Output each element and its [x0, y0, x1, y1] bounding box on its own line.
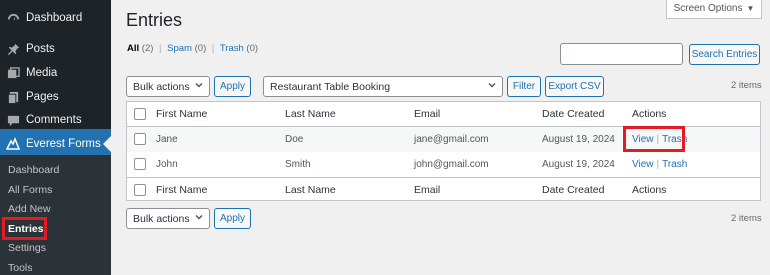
row-actions: View | Trash — [632, 152, 687, 177]
sidebar-item-label: Comments — [26, 114, 82, 126]
column-header[interactable]: First Name — [156, 178, 207, 201]
cell-last-name: Doe — [285, 134, 304, 145]
status-filters: All (2) | Spam (0) | Trash (0) — [127, 43, 258, 54]
page-title: Entries — [126, 10, 183, 30]
filter-spam-count: (0) — [194, 43, 207, 54]
admin-sidebar: Dashboard Posts Media Pages Comments Eve… — [0, 0, 111, 275]
bulk-actions-value: Bulk actions — [133, 212, 190, 225]
sidebar-item-posts[interactable]: Posts — [0, 37, 111, 61]
pages-icon — [6, 90, 20, 104]
cell-first-name: John — [156, 159, 178, 170]
row-checkbox[interactable] — [134, 158, 146, 170]
view-link[interactable]: View — [632, 159, 654, 170]
filter-all-count: (2) — [141, 43, 154, 54]
everest-forms-submenu: Dashboard All Forms Add New Entries Sett… — [0, 155, 111, 275]
actions-highlight-box — [623, 126, 685, 152]
table-row: John Smith john@gmail.com August 19, 202… — [127, 152, 760, 177]
screen-options-button[interactable]: Screen Options ▼ — [666, 0, 762, 19]
sidebar-item-pages[interactable]: Pages — [0, 85, 111, 109]
cell-email: john@gmail.com — [414, 159, 489, 170]
column-header[interactable]: Email — [414, 102, 440, 126]
media-icon — [6, 66, 20, 80]
search-entries-button[interactable]: Search Entries — [689, 44, 760, 65]
column-header[interactable]: Last Name — [285, 178, 336, 201]
submenu-item-dashboard[interactable]: Dashboard — [8, 164, 59, 176]
bulk-actions-select[interactable]: Bulk actions — [126, 76, 210, 97]
cell-email: jane@gmail.com — [414, 134, 489, 145]
bulk-actions-value: Bulk actions — [133, 80, 190, 93]
sidebar-item-dashboard[interactable]: Dashboard — [0, 6, 111, 30]
chevron-down-icon — [487, 80, 497, 93]
select-all-checkbox[interactable] — [134, 108, 146, 120]
filter-separator: | — [159, 43, 162, 54]
pin-icon — [6, 42, 20, 56]
filter-button[interactable]: Filter — [507, 76, 541, 97]
sidebar-item-label: Pages — [26, 91, 59, 103]
form-select-value: Restaurant Table Booking — [270, 80, 391, 93]
cell-first-name: Jane — [156, 134, 178, 145]
bulk-actions-select-bottom[interactable]: Bulk actions — [126, 208, 210, 229]
action-separator: | — [656, 159, 660, 170]
column-header[interactable]: Date Created — [542, 178, 604, 201]
column-header[interactable]: Date Created — [542, 102, 604, 126]
table-row: Jane Doe jane@gmail.com August 19, 2024 … — [127, 126, 760, 152]
filter-trash[interactable]: Trash — [220, 43, 244, 54]
sidebar-item-media[interactable]: Media — [0, 61, 111, 85]
form-select[interactable]: Restaurant Table Booking — [263, 76, 503, 97]
entries-highlight-box — [2, 217, 47, 240]
export-csv-button[interactable]: Export CSV — [545, 76, 604, 97]
column-header[interactable]: First Name — [156, 102, 207, 126]
chevron-down-icon — [194, 80, 204, 93]
select-all-checkbox[interactable] — [134, 184, 146, 196]
submenu-item-add-new[interactable]: Add New — [8, 203, 51, 215]
column-header: Actions — [632, 108, 667, 120]
screen-options-label: Screen Options — [673, 3, 743, 14]
filter-separator: | — [211, 43, 215, 54]
table-footer-row: First Name Last Name Email Date Created … — [127, 177, 760, 201]
cell-date: August 19, 2024 — [542, 134, 615, 145]
apply-button-bottom[interactable]: Apply — [214, 208, 251, 229]
submenu-item-settings[interactable]: Settings — [8, 242, 46, 254]
dashboard-icon — [6, 11, 20, 25]
sidebar-item-label: Dashboard — [26, 12, 83, 24]
cell-date: August 19, 2024 — [542, 159, 615, 170]
trash-link[interactable]: Trash — [662, 159, 687, 170]
submenu-item-all-forms[interactable]: All Forms — [8, 184, 52, 196]
column-header[interactable]: Last Name — [285, 102, 336, 126]
submenu-item-tools[interactable]: Tools — [8, 262, 33, 274]
cell-last-name: Smith — [285, 159, 311, 170]
search-input[interactable] — [560, 43, 683, 65]
sidebar-item-label: Posts — [26, 43, 55, 55]
caret-down-icon: ▼ — [746, 4, 755, 13]
items-count: 2 items — [731, 80, 762, 91]
sidebar-item-label: Media — [26, 67, 58, 79]
filter-all[interactable]: All — [127, 43, 139, 54]
comments-icon — [6, 113, 20, 127]
column-header: Actions — [632, 183, 667, 196]
column-header[interactable]: Email — [414, 178, 440, 201]
filter-trash-count: (0) — [246, 43, 259, 54]
row-checkbox[interactable] — [134, 133, 146, 145]
apply-button[interactable]: Apply — [214, 76, 251, 97]
entries-table: First Name Last Name Email Date Created … — [126, 101, 761, 201]
table-header-row: First Name Last Name Email Date Created … — [127, 102, 760, 127]
sidebar-item-label: Everest Forms — [26, 138, 101, 150]
everest-forms-icon — [6, 137, 20, 151]
items-count-bottom: 2 items — [731, 213, 762, 224]
chevron-down-icon — [194, 212, 204, 225]
filter-spam[interactable]: Spam — [167, 43, 192, 54]
